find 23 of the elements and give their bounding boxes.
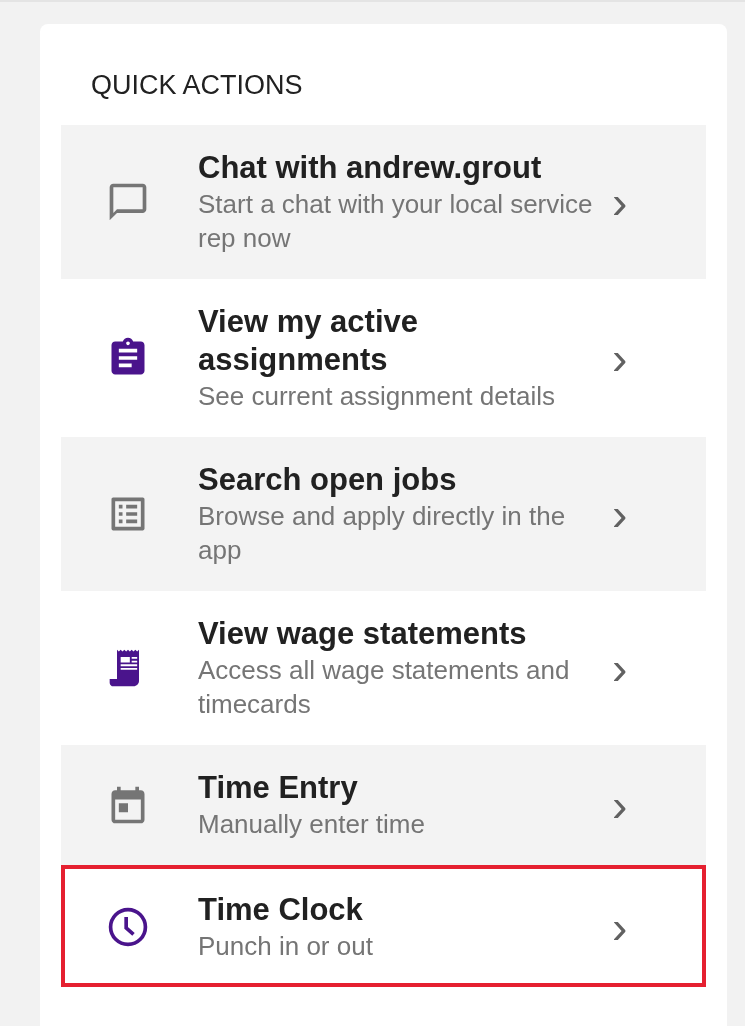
chevron-icon: › bbox=[612, 782, 628, 828]
item-title: Time Clock bbox=[198, 891, 364, 929]
item-title: View my active assignments bbox=[198, 303, 419, 379]
item-title: Chat with andrew.grout bbox=[198, 149, 543, 187]
item-title: Time Entry bbox=[198, 769, 359, 807]
section-title: QUICK ACTIONS bbox=[90, 70, 304, 101]
chevron-icon: › bbox=[612, 904, 628, 950]
item-subtitle: Browse and apply directly in the app bbox=[198, 500, 567, 567]
action-item[interactable]: Chat with andrew.grout Start a chat with your local service rep now › bbox=[61, 125, 706, 279]
item-subtitle: Access all wage statements and timecards bbox=[198, 654, 571, 721]
action-item[interactable]: Time Clock Punch in or out › bbox=[61, 865, 706, 987]
item-subtitle: Start a chat with your local service rep now bbox=[198, 188, 594, 255]
chevron-icon: › bbox=[612, 645, 628, 691]
chevron-icon: › bbox=[612, 179, 628, 225]
item-title: Search open jobs bbox=[198, 461, 458, 499]
action-item[interactable]: Time Entry Manually enter time › bbox=[61, 745, 706, 865]
action-item[interactable]: Search open jobs Browse and apply directly in the app › bbox=[61, 437, 706, 591]
item-subtitle: See current assignment details bbox=[198, 380, 556, 413]
chevron-icon: › bbox=[612, 491, 628, 537]
item-subtitle: Punch in or out bbox=[198, 930, 374, 963]
item-subtitle: Manually enter time bbox=[198, 808, 426, 841]
item-title: View wage statements bbox=[198, 615, 528, 653]
chevron-icon: › bbox=[612, 335, 628, 381]
